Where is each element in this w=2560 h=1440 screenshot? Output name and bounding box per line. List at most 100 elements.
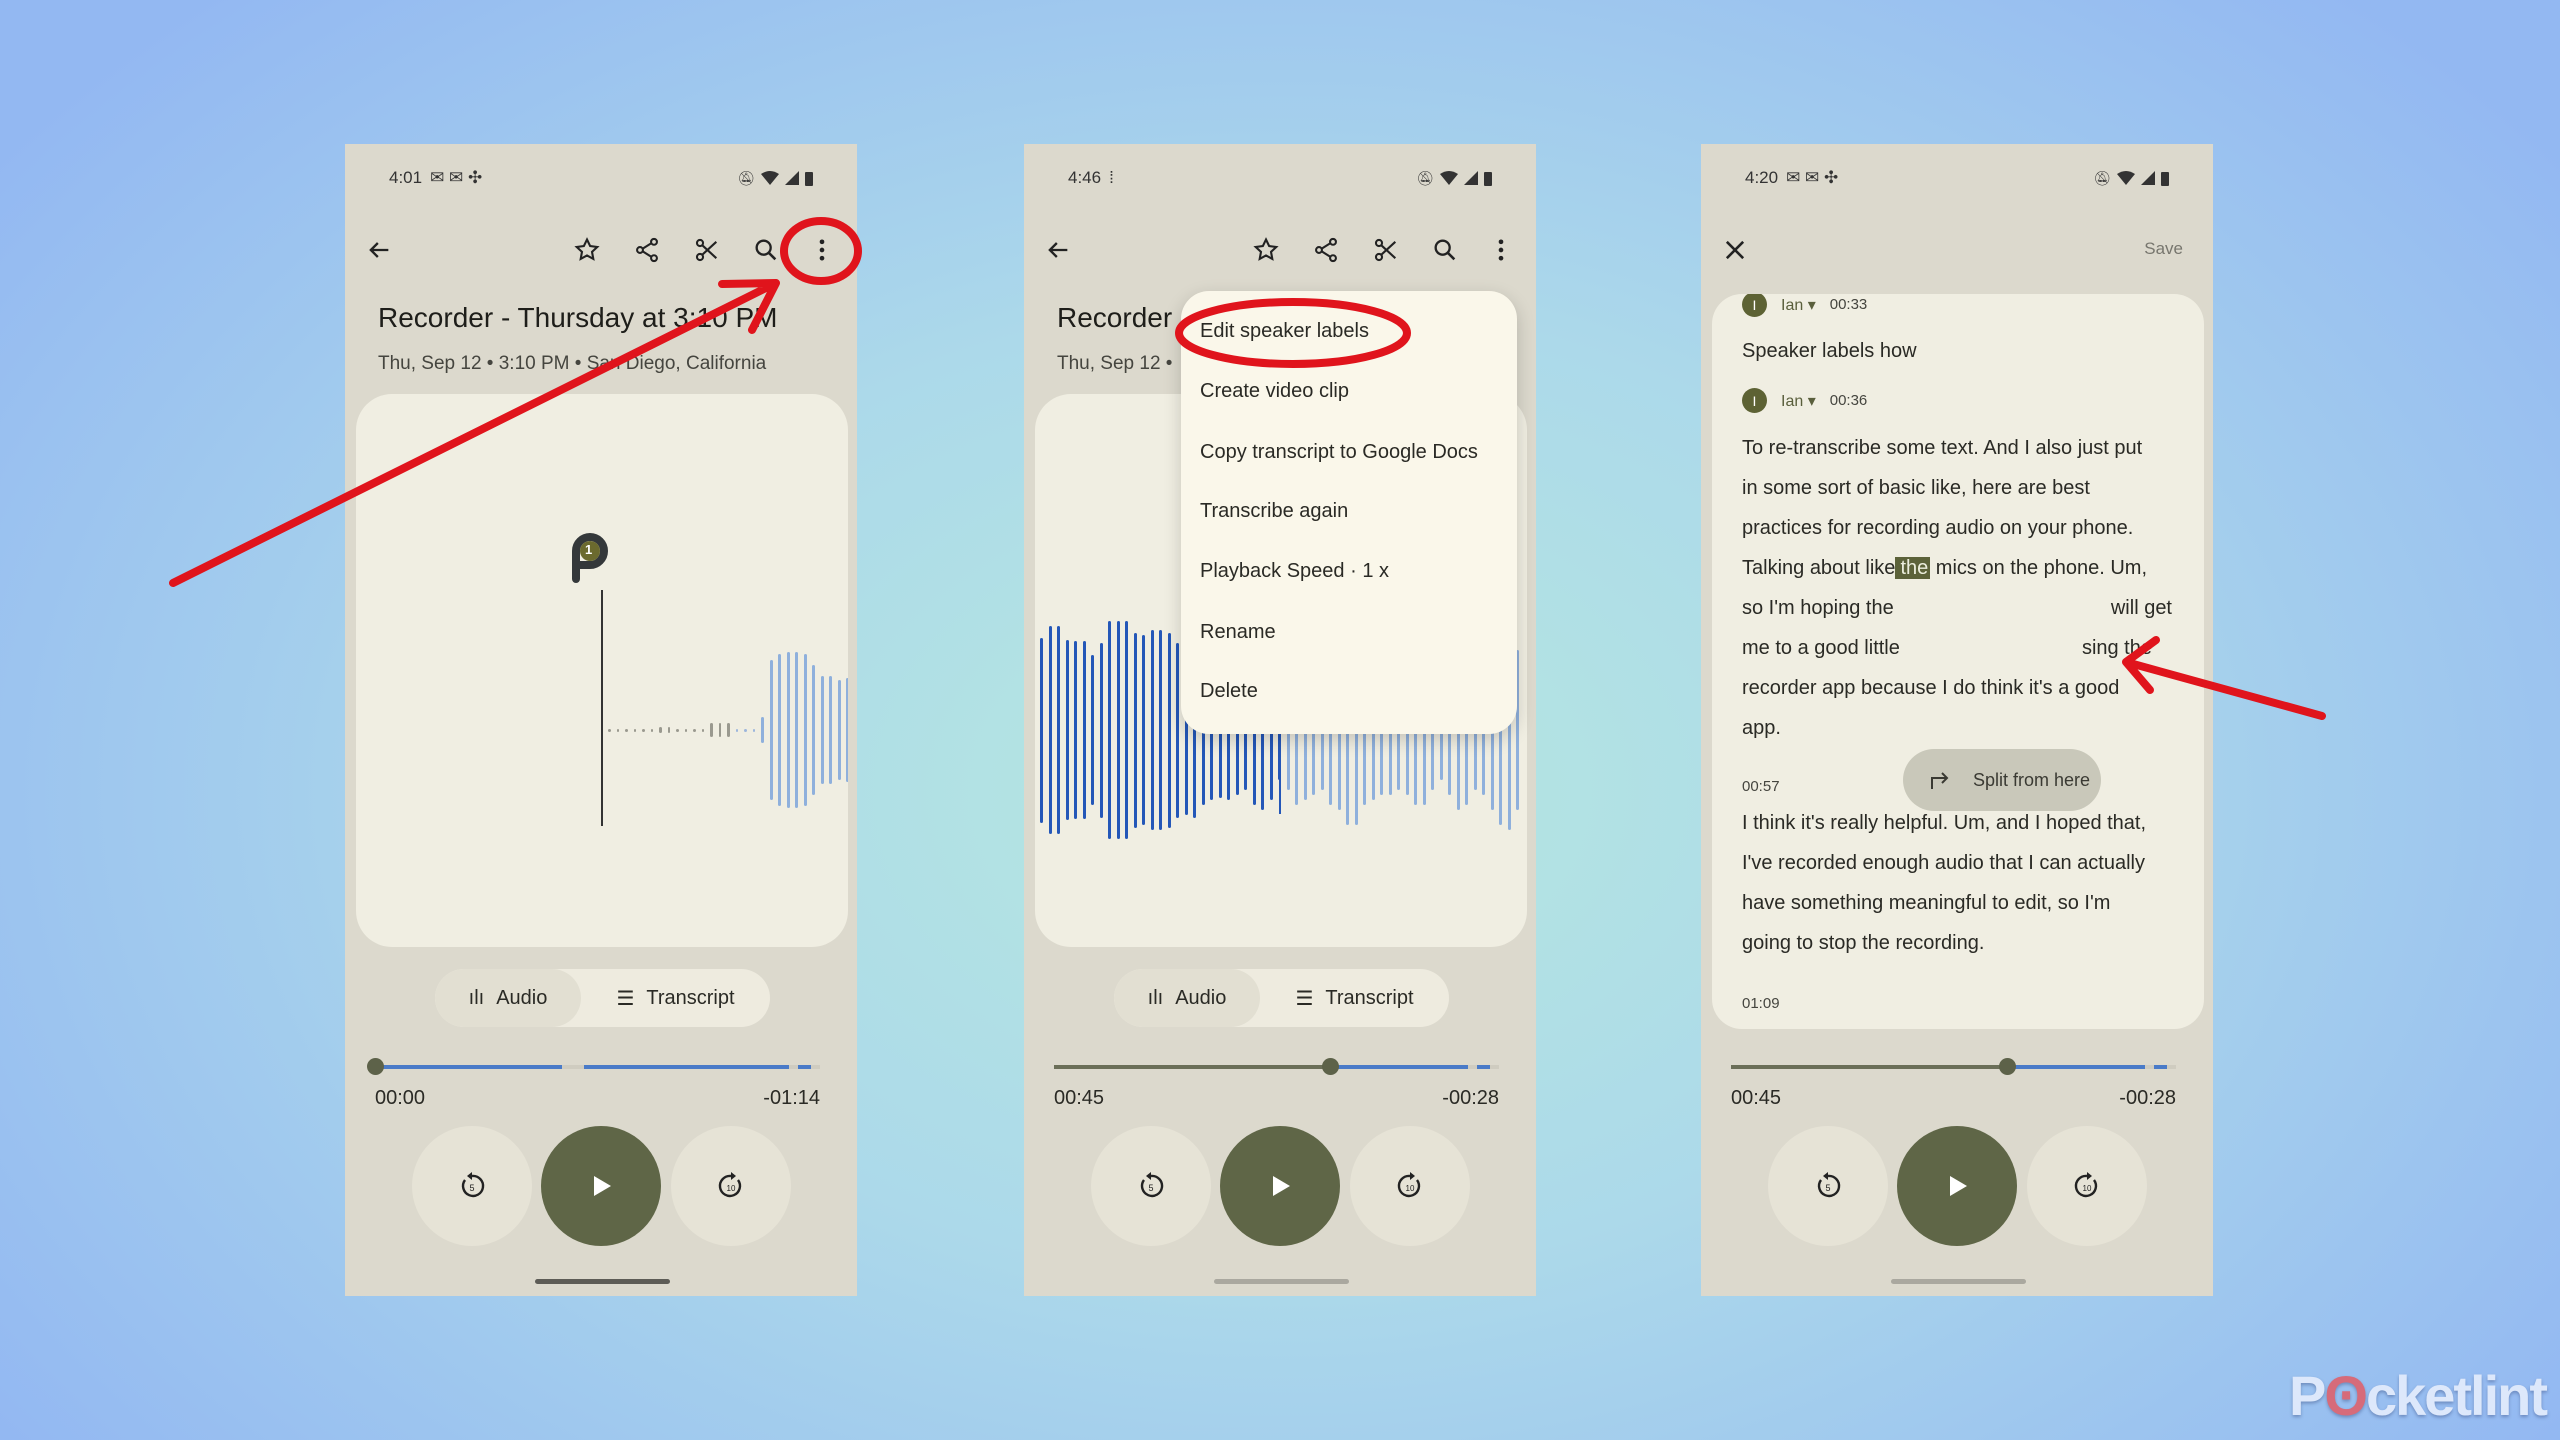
phone-screen-audio: 4:01 ✉ ✉ ✣ 🔕︎ Recorder - Thursday at 3:1… [345,144,857,1296]
waveform-bar [1150,630,1154,830]
transcript-line[interactable]: I think it's really helpful. Um, and I h… [1742,812,2146,835]
play-icon [1950,1176,1967,1196]
back-arrow-icon [369,242,389,258]
forward-10-button[interactable]: 10 [671,1126,791,1246]
speaker-marker-number: 1 [585,542,593,557]
transcript-line[interactable]: will get [2111,597,2172,620]
speaker-name-dropdown[interactable]: Ian ▾ [1781,295,1816,315]
menu-item-delete[interactable]: Delete [1200,680,1258,703]
home-indicator[interactable] [535,1279,670,1284]
transcript-line[interactable]: going to stop the recording. [1742,932,1984,955]
transcript-line[interactable]: recorder app because I do think it's a g… [1742,677,2119,700]
waveform-bar [761,717,764,743]
trim-button[interactable] [1370,234,1402,266]
star-button[interactable] [1250,234,1282,266]
search-button[interactable] [750,234,782,266]
forward-10-button[interactable]: 10 [2027,1126,2147,1246]
transcript-editor[interactable]: I Ian ▾ 00:33 Speaker labels how I Ian ▾… [1712,294,2204,1029]
more-options-button[interactable] [1485,234,1517,266]
split-from-here-button[interactable]: Split from here [1903,749,2101,811]
dropdown-arrow-icon: ▾ [1807,392,1816,410]
transcript-line[interactable]: have something meaningful to edit, so I'… [1742,892,2110,915]
back-button[interactable] [1042,234,1074,266]
waveform-dot [693,728,696,732]
back-button[interactable] [363,234,395,266]
playback-scrubber[interactable] [375,1065,820,1069]
menu-item-transcribe-again[interactable]: Transcribe again [1200,500,1348,523]
elapsed-time: 00:45 [1054,1087,1105,1109]
transcript-line[interactable]: Speaker labels how [1742,340,1917,363]
scrubber-thumb[interactable] [367,1058,384,1075]
speaker-marker[interactable]: 1 [570,531,610,583]
close-button[interactable] [1719,234,1751,266]
more-vert-icon [819,239,825,261]
more-options-button[interactable] [806,234,838,266]
tab-transcript[interactable]: ☰ Transcript [1260,969,1449,1027]
speaker-name: Ian [1781,296,1804,314]
wifi-icon [761,171,779,185]
rewind-5-button[interactable]: 5 [1768,1126,1888,1246]
transcript-line[interactable]: me to a good little [1742,637,1900,660]
rewind-5-button[interactable]: 5 [1091,1126,1211,1246]
menu-item-rename[interactable]: Rename [1200,621,1276,644]
dropdown-arrow-icon: ▾ [1807,296,1816,314]
star-button[interactable] [571,234,603,266]
home-indicator[interactable] [1891,1279,2026,1284]
status-time: 4:20 [1745,168,1779,187]
share-button[interactable] [631,234,663,266]
home-indicator[interactable] [1214,1279,1349,1284]
tab-audio[interactable]: ılı Audio [435,969,581,1027]
transcript-line[interactable]: To re-transcribe some text. And I also j… [1742,437,2142,460]
playback-scrubber[interactable] [1054,1065,1499,1069]
waveform-dot [667,727,670,733]
transcript-line[interactable]: in some sort of basic like, here are bes… [1742,477,2090,500]
waveform-dot [684,728,687,732]
transcript-line[interactable]: so I'm hoping the [1742,597,1894,620]
timestamp: 01:09 [1742,995,1780,1012]
share-button[interactable] [1310,234,1342,266]
waveform-dot [752,728,755,732]
play-button[interactable] [1220,1126,1340,1246]
transcript-line[interactable]: practices for recording audio on your ph… [1742,517,2133,540]
transcript-line[interactable]: sing the [2082,637,2152,660]
playback-scrubber[interactable] [1731,1065,2176,1069]
share-icon [1315,237,1337,263]
waveform-view[interactable]: 1 [356,394,848,947]
save-button[interactable]: Save [2144,239,2183,259]
waveform-dot [625,728,628,732]
waveform-dot [650,728,653,732]
speaker-row: I Ian ▾ 00:33 [1742,294,1867,317]
waveform-dot [718,723,721,737]
play-button[interactable] [541,1126,661,1246]
trim-button[interactable] [691,234,723,266]
selected-word[interactable]: the [1895,557,1931,579]
rewind-5-button[interactable]: 5 [412,1126,532,1246]
scrubber-thumb[interactable] [1321,1058,1339,1075]
menu-item-copy-to-docs[interactable]: Copy transcript to Google Docs [1200,441,1478,464]
audio-waveform-icon: ılı [1147,986,1164,1009]
view-toggle: ılı Audio ☰ Transcript [435,969,770,1027]
speech-segment [797,1065,812,1069]
status-bar: 4:46 ⁞ 🔕︎ [1068,166,1492,190]
playhead[interactable] [601,590,603,826]
tab-transcript[interactable]: ☰ Transcript [581,969,770,1027]
transcript-line[interactable]: Talking about like the mics on the phone.… [1742,557,2147,580]
recording-subtitle: Thu, Sep 12 • 3:10 PM • San Diego, Calif… [378,353,767,374]
speaker-name-dropdown[interactable]: Ian ▾ [1781,391,1816,411]
elapsed-time: 00:00 [375,1087,426,1109]
play-button[interactable] [1897,1126,2017,1246]
signal-icon [2141,171,2155,185]
tab-transcript-label: Transcript [646,986,735,1009]
forward-10-button[interactable]: 10 [1350,1126,1470,1246]
menu-item-playback-speed[interactable]: Playback Speed · 1 x [1200,560,1389,583]
search-button[interactable] [1429,234,1461,266]
menu-item-create-video-clip[interactable]: Create video clip [1200,380,1349,403]
transcript-line[interactable]: app. [1742,717,1781,740]
forward-10-icon: 10 [1397,1172,1421,1198]
waveform-bar [786,652,790,808]
menu-item-edit-speaker-labels[interactable]: Edit speaker labels [1200,320,1369,343]
tab-audio[interactable]: ılı Audio [1114,969,1260,1027]
transcript-line[interactable]: I've recorded enough audio that I can ac… [1742,852,2145,875]
scrubber-thumb[interactable] [1998,1058,2016,1075]
share-icon [636,237,658,263]
